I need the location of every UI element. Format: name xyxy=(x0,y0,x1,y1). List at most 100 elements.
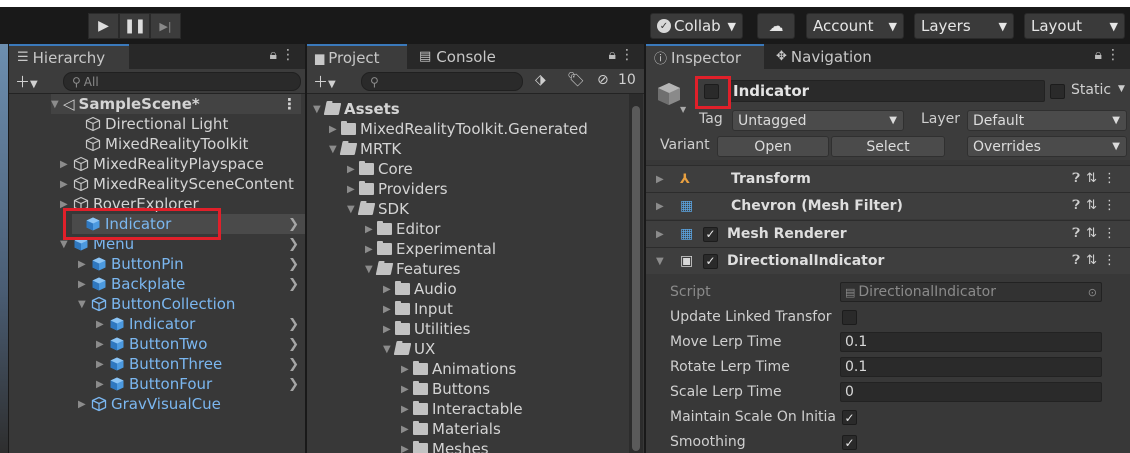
project-folder[interactable]: ▶ Materials xyxy=(401,419,501,439)
hierarchy-search-input[interactable]: ⚲ All xyxy=(63,72,301,91)
expand-arrow-icon[interactable]: ▶ xyxy=(401,404,413,415)
mesh-renderer-checkbox[interactable]: ✓ xyxy=(703,226,718,242)
expand-arrow-icon[interactable]: ▶ xyxy=(365,244,377,255)
create-button[interactable]: ＋▼ xyxy=(313,71,336,92)
component-actions[interactable]: ❓︎⇅⋮ xyxy=(1072,198,1122,213)
tab-inspector[interactable]: ⓘ Inspector xyxy=(646,44,764,69)
kebab-menu-icon[interactable]: ⋮ xyxy=(282,95,297,113)
chevron-down-icon[interactable]: ▼ xyxy=(1118,84,1125,94)
chevron-right-icon[interactable]: ❯ xyxy=(288,357,299,372)
layers-dropdown[interactable]: Layers ▼ xyxy=(914,13,1014,39)
scale-lerp-field[interactable]: 0 xyxy=(840,382,1102,402)
create-button[interactable]: ＋▼ xyxy=(15,71,38,92)
tab-console[interactable]: ▤ Console xyxy=(411,44,504,69)
expand-arrow-icon[interactable]: ▶ xyxy=(96,339,108,350)
expand-arrow-icon[interactable]: ▶ xyxy=(401,364,413,375)
chevron-right-icon[interactable]: ❯ xyxy=(288,277,299,292)
chevron-right-icon[interactable]: ❯ xyxy=(288,377,299,392)
project-folder[interactable]: ▶ Animations xyxy=(401,359,516,379)
project-folder[interactable]: ▶ Input xyxy=(383,299,453,319)
project-folder[interactable]: ▼ MRTK xyxy=(329,139,401,159)
scene-row[interactable]: ▼ ◁ SampleScene* ⋮ xyxy=(51,94,301,114)
tag-dropdown[interactable]: Untagged ▼ xyxy=(732,110,904,131)
tab-hierarchy[interactable]: ☰ Hierarchy xyxy=(9,44,129,69)
project-folder[interactable]: ▼ UX xyxy=(383,339,435,359)
tab-navigation[interactable]: ✥ Navigation xyxy=(768,44,880,69)
maintain-scale-checkbox[interactable]: ✓ xyxy=(842,410,857,425)
hierarchy-item[interactable]: ▶ GravVisualCue xyxy=(78,394,305,414)
chevron-right-icon[interactable]: ❯ xyxy=(288,217,299,232)
tab-project[interactable]: ▆ Project xyxy=(307,44,407,69)
hierarchy-item[interactable]: ▶ MixedRealitySceneContent xyxy=(60,174,305,194)
expand-arrow-icon[interactable]: ▶ xyxy=(347,184,359,195)
chevron-right-icon[interactable]: ❯ xyxy=(288,337,299,352)
chevron-right-icon[interactable]: ❯ xyxy=(288,317,299,332)
chevron-right-icon[interactable]: ❯ xyxy=(288,237,299,252)
update-linked-checkbox[interactable] xyxy=(842,310,857,325)
panel-menu[interactable]: 🔒︎⋮ xyxy=(609,47,638,63)
hierarchy-item[interactable]: ▶ Indicator ❯ xyxy=(96,314,305,334)
component-actions[interactable]: ❓︎⇅⋮ xyxy=(1072,253,1122,268)
pause-button[interactable]: ❚❚ xyxy=(119,13,150,39)
static-checkbox[interactable] xyxy=(1050,84,1065,99)
project-scrollbar[interactable] xyxy=(629,94,643,453)
expand-arrow-icon[interactable]: ▶ xyxy=(401,384,413,395)
select-button[interactable]: Select xyxy=(831,136,945,157)
directional-indicator-checkbox[interactable]: ✓ xyxy=(703,253,718,269)
project-folder[interactable]: ▶ Editor xyxy=(365,219,440,239)
project-folder[interactable]: ▶ Interactable xyxy=(401,399,523,419)
expand-arrow-icon[interactable]: ▶ xyxy=(96,379,108,390)
expand-arrow-icon[interactable]: ▶ xyxy=(78,279,90,290)
expand-arrow-icon[interactable]: ▶ xyxy=(401,424,413,435)
project-folder[interactable]: ▶ Core xyxy=(347,159,413,179)
component-mesh-renderer[interactable]: ▶ ▦ ✓ Mesh Renderer ❓︎⇅⋮ xyxy=(646,220,1130,247)
label-tag-icon[interactable]: 🏷︎ xyxy=(567,72,585,88)
script-field[interactable]: ▤ DirectionalIndicator ⊙ xyxy=(840,282,1102,302)
project-search-input[interactable]: ⚲ xyxy=(361,72,523,91)
expand-arrow-icon[interactable]: ▶ xyxy=(401,444,413,453)
overrides-dropdown[interactable]: Overrides ▼ xyxy=(967,136,1127,157)
component-actions[interactable]: ❓︎⇅⋮ xyxy=(1072,171,1122,186)
project-folder[interactable]: ▶ Providers xyxy=(347,179,448,199)
filter-type-icon[interactable]: ⬗ xyxy=(535,72,546,88)
project-folder[interactable]: ▼ Features xyxy=(365,259,461,279)
component-transform[interactable]: ▶ ⅄ Transform ❓︎⇅⋮ xyxy=(646,165,1130,192)
layer-dropdown[interactable]: Default ▼ xyxy=(967,110,1127,131)
collapse-arrow-icon[interactable]: ▼ xyxy=(60,239,72,250)
move-lerp-field[interactable]: 0.1 xyxy=(840,332,1102,352)
hierarchy-item[interactable]: ▼ ButtonCollection xyxy=(78,294,305,314)
expand-arrow-icon[interactable]: ▶ xyxy=(329,124,341,135)
hierarchy-item[interactable]: MixedRealityToolkit xyxy=(72,134,305,154)
expand-arrow-icon[interactable]: ▶ xyxy=(383,324,395,335)
expand-arrow-icon[interactable]: ▶ xyxy=(78,259,90,270)
panel-menu[interactable]: 🔒︎⋮ xyxy=(1095,47,1124,63)
expand-arrow-icon[interactable]: ▶ xyxy=(365,224,377,235)
component-directional-indicator[interactable]: ▼ ▣ ✓ DirectionalIndicator ❓︎⇅⋮ xyxy=(646,247,1130,274)
chevron-down-icon[interactable]: ▼ xyxy=(680,105,686,114)
hierarchy-item[interactable]: ▶ ButtonTwo ❯ xyxy=(96,334,305,354)
hierarchy-item[interactable]: ▶ MixedRealityPlayspace xyxy=(60,154,305,174)
open-button[interactable]: Open xyxy=(717,136,829,157)
panel-menu[interactable]: 🔒︎⋮ xyxy=(270,47,299,63)
expand-arrow-icon[interactable]: ▶ xyxy=(383,304,395,315)
expand-arrow-icon[interactable]: ▶ xyxy=(96,319,108,330)
layout-dropdown[interactable]: Layout ▼ xyxy=(1024,13,1125,39)
hierarchy-item[interactable]: ▶ Backplate ❯ xyxy=(78,274,305,294)
project-folder[interactable]: ▶ Utilities xyxy=(383,319,470,339)
project-folder[interactable]: ▶ MixedRealityToolkit.Generated xyxy=(329,119,588,139)
hierarchy-item[interactable]: ▶ ButtonThree ❯ xyxy=(96,354,305,374)
collab-button[interactable]: ✓ Collab ▼ xyxy=(650,13,743,39)
expand-arrow-icon[interactable]: ▶ xyxy=(96,359,108,370)
project-folder[interactable]: ▶ Audio xyxy=(383,279,457,299)
project-folder[interactable]: ▼ SDK xyxy=(347,199,409,219)
account-dropdown[interactable]: Account ▼ xyxy=(806,13,904,39)
cloud-button[interactable]: ☁ xyxy=(757,13,795,39)
project-folder[interactable]: ▶ Meshes xyxy=(401,439,489,453)
expand-arrow-icon[interactable]: ▶ xyxy=(60,159,72,170)
expand-arrow-icon[interactable]: ▶ xyxy=(347,164,359,175)
chevron-right-icon[interactable]: ❯ xyxy=(288,257,299,272)
expand-arrow-icon[interactable]: ▶ xyxy=(60,179,72,190)
component-actions[interactable]: ❓︎⇅⋮ xyxy=(1072,226,1122,241)
scrollbar-thumb[interactable] xyxy=(632,106,640,451)
hierarchy-item[interactable]: Directional Light xyxy=(72,114,305,134)
